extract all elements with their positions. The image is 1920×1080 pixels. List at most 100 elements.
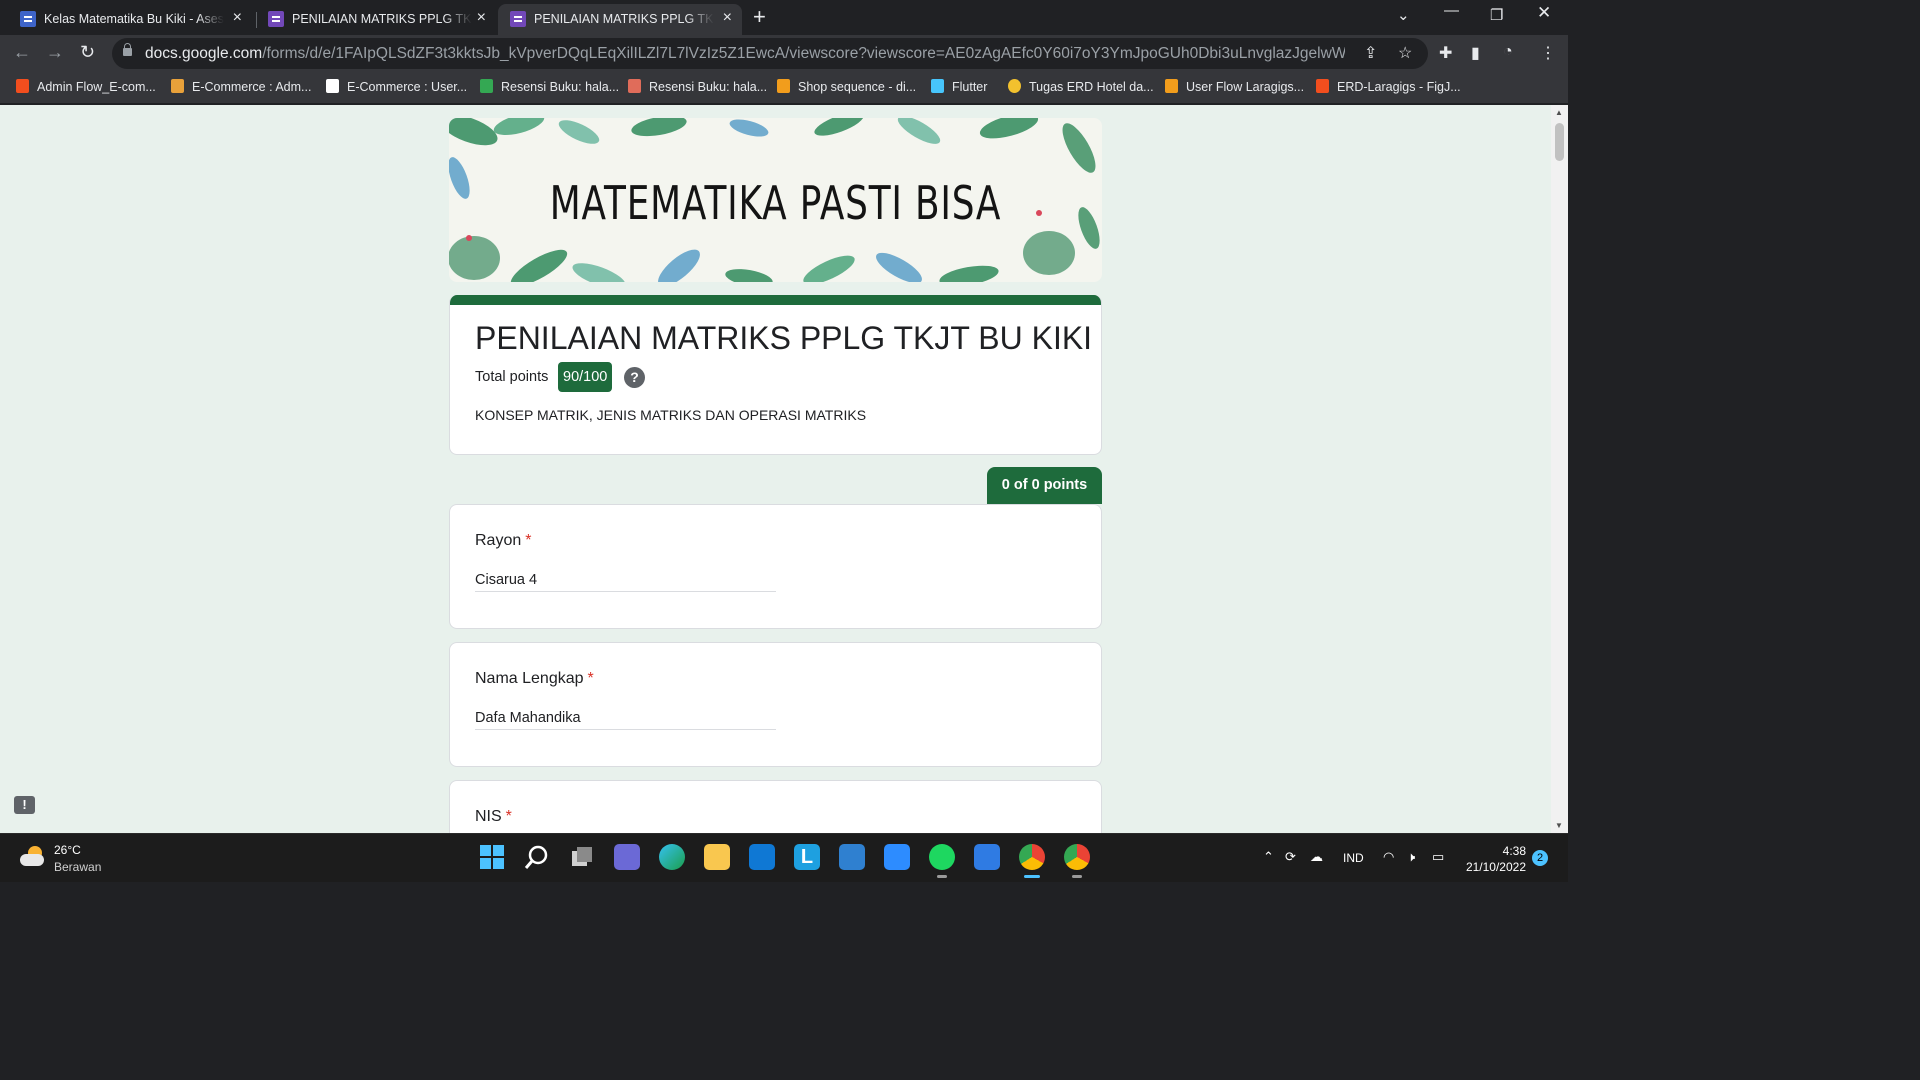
share-icon[interactable]: ⇪ bbox=[1364, 43, 1377, 63]
close-icon[interactable]: × bbox=[723, 9, 732, 27]
bookmark-item[interactable]: E-Commerce : Adm... bbox=[171, 79, 311, 94]
bookmark-item[interactable]: Admin Flow_E-com... bbox=[16, 79, 156, 94]
page-scrollbar[interactable]: ▲ ▼ bbox=[1551, 105, 1568, 833]
battery-icon[interactable]: ▭ bbox=[1432, 849, 1444, 865]
page-viewport[interactable]: MATEMATIKA PASTI BISA PENILAIAN MATRIKS … bbox=[0, 105, 1568, 833]
scroll-down-icon[interactable]: ▼ bbox=[1555, 821, 1563, 830]
bookmark-item[interactable]: Shop sequence - di... bbox=[777, 79, 916, 94]
menu-icon[interactable]: ⋮ bbox=[1540, 43, 1556, 63]
wifi-icon[interactable]: ◠ bbox=[1383, 849, 1394, 865]
todo-icon[interactable] bbox=[974, 844, 1000, 870]
tab-search-icon[interactable]: ⌄ bbox=[1397, 6, 1410, 24]
volume-muted-icon[interactable]: 🕨 bbox=[1407, 849, 1415, 865]
tab-forms-1[interactable]: PENILAIAN MATRIKS PPLG TKJT BU KIKI × bbox=[256, 4, 496, 35]
search-icon[interactable] bbox=[524, 844, 550, 870]
help-icon[interactable]: ? bbox=[624, 367, 645, 388]
new-tab-button[interactable]: + bbox=[753, 4, 766, 30]
section-points-badge: 0 of 0 points bbox=[987, 467, 1102, 504]
window-close-icon[interactable]: ✕ bbox=[1537, 3, 1551, 23]
question-card-nis: NIS * bbox=[449, 780, 1102, 833]
bookmark-item[interactable]: User Flow Laragigs... bbox=[1165, 79, 1304, 94]
notification-badge[interactable]: 2 bbox=[1532, 850, 1548, 866]
tab-strip: Kelas Matematika Bu Kiki - Asesmen × PEN… bbox=[0, 0, 1568, 35]
bookmark-item[interactable]: Tugas ERD Hotel da... bbox=[1008, 79, 1154, 94]
total-points-label: Total points bbox=[475, 369, 549, 385]
address-bar[interactable]: docs.google.com/forms/d/e/1FAIpQLSdZF3t3… bbox=[112, 38, 1428, 69]
file-explorer-icon[interactable] bbox=[704, 844, 730, 870]
minimize-icon[interactable]: — bbox=[1444, 2, 1459, 19]
weather-description[interactable]: Berawan bbox=[54, 860, 101, 874]
total-points-badge: 90/100 bbox=[558, 362, 613, 392]
weather-icon[interactable] bbox=[20, 844, 46, 870]
vscode-icon[interactable] bbox=[839, 844, 865, 870]
lock-icon bbox=[171, 79, 184, 93]
form-header-card: PENILAIAN MATRIKS PPLG TKJT BU KIKI Tota… bbox=[449, 295, 1102, 455]
bookmark-item[interactable]: Resensi Buku: hala... bbox=[480, 79, 619, 94]
start-icon[interactable] bbox=[479, 844, 505, 870]
clock[interactable]: 4:38 21/10/2022 bbox=[1462, 843, 1526, 875]
sync-icon[interactable]: ⟳ bbox=[1285, 849, 1296, 865]
back-icon[interactable]: ← bbox=[13, 42, 31, 63]
answer-text: Cisarua 4 bbox=[475, 572, 776, 592]
bookmark-item[interactable]: Flutter bbox=[931, 79, 987, 94]
question-label: Rayon * bbox=[475, 532, 532, 549]
url-domain: docs.google.com bbox=[145, 45, 263, 62]
onedrive-icon[interactable]: ☁ bbox=[1310, 849, 1323, 865]
laragon-icon[interactable]: L bbox=[794, 844, 820, 870]
browser-toolbar: ← → ↻ docs.google.com/forms/d/e/1FAIpQLS… bbox=[0, 35, 1568, 72]
question-card-rayon: Rayon * Cisarua 4 bbox=[449, 504, 1102, 629]
accent-bar bbox=[450, 295, 1101, 305]
tab-classroom[interactable]: Kelas Matematika Bu Kiki - Asesmen × bbox=[8, 4, 252, 35]
bookmark-item[interactable]: E-Commerce : User... bbox=[326, 79, 467, 94]
spotify-icon[interactable] bbox=[929, 844, 955, 878]
diagram-icon bbox=[777, 79, 790, 93]
tab-title: PENILAIAN MATRIKS PPLG TKJT BU KIKI bbox=[292, 12, 472, 26]
task-view-icon[interactable] bbox=[569, 844, 595, 870]
answer-text: Dafa Mahandika bbox=[475, 710, 776, 730]
form-banner: MATEMATIKA PASTI BISA bbox=[449, 118, 1102, 282]
forms-icon bbox=[268, 11, 284, 27]
url-text[interactable]: docs.google.com/forms/d/e/1FAIpQLSdZF3t3… bbox=[145, 45, 1345, 63]
reload-icon[interactable]: ↻ bbox=[80, 42, 95, 63]
bookmark-star-icon[interactable]: ☆ bbox=[1398, 43, 1412, 63]
profile-avatar[interactable]: ◔ bbox=[1503, 43, 1513, 61]
show-hidden-icons[interactable]: ⌃ bbox=[1263, 849, 1274, 865]
scroll-up-icon[interactable]: ▲ bbox=[1555, 108, 1563, 117]
mail-icon[interactable] bbox=[749, 844, 775, 870]
bookmarks-bar: Admin Flow_E-com... E-Commerce : Adm... … bbox=[0, 72, 1568, 104]
figma-icon bbox=[1316, 79, 1329, 93]
language-indicator[interactable]: IND bbox=[1343, 851, 1364, 865]
forms-icon bbox=[510, 11, 526, 27]
notion-icon bbox=[326, 79, 339, 93]
scrollbar-thumb[interactable] bbox=[1555, 123, 1564, 161]
clock-date: 21/10/2022 bbox=[1465, 860, 1526, 874]
lock-icon bbox=[123, 43, 132, 56]
report-feedback-icon[interactable]: ! bbox=[14, 796, 35, 814]
banner-title: MATEMATIKA PASTI BISA bbox=[549, 176, 1002, 230]
flutter-icon bbox=[931, 79, 944, 93]
weather-temperature[interactable]: 26°C bbox=[54, 843, 81, 857]
sheets-icon bbox=[480, 79, 493, 93]
side-panel-icon[interactable]: ▮ bbox=[1471, 43, 1480, 63]
close-icon[interactable]: × bbox=[233, 9, 242, 27]
bookmark-item[interactable]: ERD-Laragigs - FigJ... bbox=[1316, 79, 1461, 94]
figma-icon bbox=[16, 79, 29, 93]
chrome-dev-icon[interactable] bbox=[1064, 844, 1090, 878]
lemon-icon bbox=[1008, 79, 1021, 93]
restore-icon[interactable]: ❐ bbox=[1490, 6, 1503, 24]
extensions-icon[interactable]: ✚ bbox=[1439, 43, 1452, 63]
diagram-icon bbox=[1165, 79, 1178, 93]
bookmark-item[interactable]: Resensi Buku: hala... bbox=[628, 79, 767, 94]
required-asterisk: * bbox=[587, 670, 594, 687]
clock-time: 4:38 bbox=[1502, 844, 1526, 858]
chat-icon[interactable] bbox=[614, 844, 640, 870]
slides-icon bbox=[628, 79, 641, 93]
windows-taskbar: 26°C Berawan L ⌃ ⟳ ☁ IND ◠ 🕨 ▭ 4:38 21/1… bbox=[0, 833, 1568, 882]
close-icon[interactable]: × bbox=[477, 9, 486, 27]
required-asterisk: * bbox=[505, 808, 512, 825]
edge-icon[interactable] bbox=[659, 844, 685, 870]
chrome-icon[interactable] bbox=[1019, 844, 1045, 878]
zoom-icon[interactable] bbox=[884, 844, 910, 870]
tab-forms-2-active[interactable]: PENILAIAN MATRIKS PPLG TKJT BU KIKI × bbox=[498, 4, 742, 35]
forward-icon[interactable]: → bbox=[46, 42, 64, 63]
